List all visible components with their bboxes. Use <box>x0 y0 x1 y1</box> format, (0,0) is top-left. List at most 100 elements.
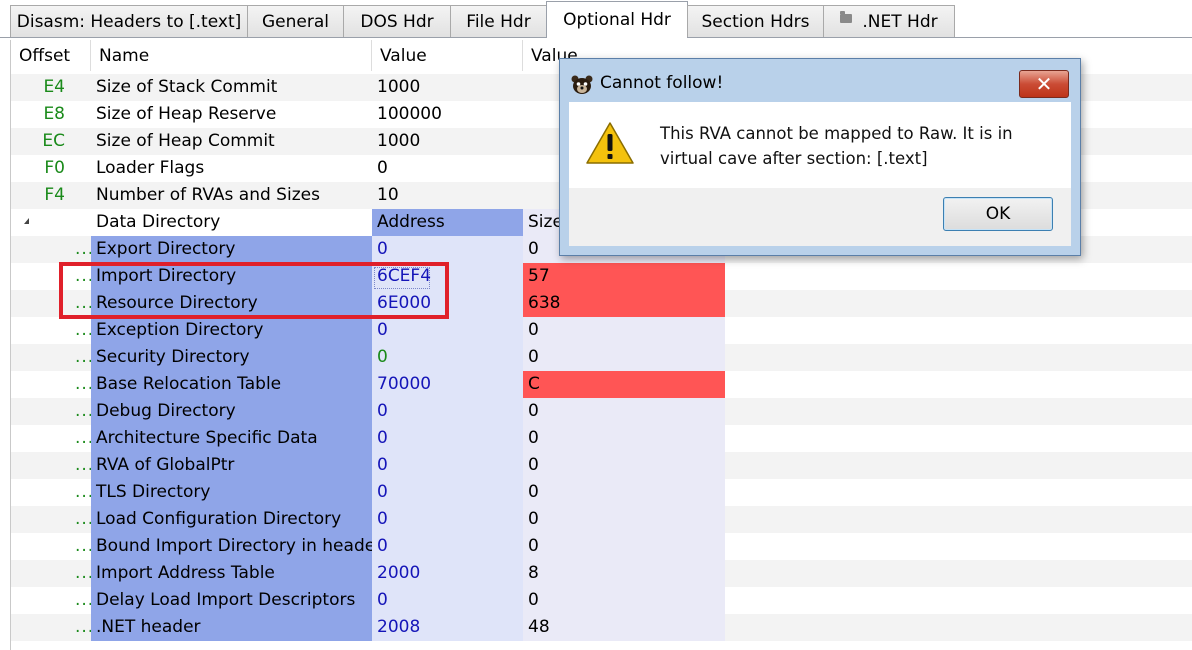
directory-name-cell: Debug Directory <box>91 398 372 425</box>
ok-button-label: OK <box>985 204 1011 224</box>
directory-size-cell: 0 <box>523 587 725 614</box>
table-row[interactable]: ... Bound Import Directory in headers 0 0 <box>11 533 1192 560</box>
directory-address-cell[interactable]: 70000 <box>372 371 523 398</box>
offset-cell: E8 <box>43 104 65 124</box>
name-cell: Size of Stack Commit <box>96 77 278 97</box>
tab-net-hdr[interactable]: .NET Hdr <box>823 5 955 37</box>
table-row[interactable]: ... Debug Directory 0 0 <box>11 398 1192 425</box>
column-header-name[interactable]: Name <box>91 40 372 71</box>
directory-size-cell: 57 <box>523 263 725 290</box>
directory-name-cell: .NET header <box>91 614 372 641</box>
tab-file-hdr[interactable]: File Hdr <box>450 5 547 37</box>
directory-size-cell: 638 <box>523 290 725 317</box>
directory-address-cell[interactable]: 6CEF4 <box>372 263 523 290</box>
offset-cell: EC <box>42 131 65 151</box>
directory-name-cell: Load Configuration Directory <box>91 506 372 533</box>
name-cell: Data Directory <box>96 212 221 232</box>
directory-address-cell[interactable]: 2000 <box>372 560 523 587</box>
directory-address-cell[interactable]: 0 <box>372 479 523 506</box>
value-cell: 0 <box>377 158 388 178</box>
tab-label: File Hdr <box>466 11 531 32</box>
directory-address-cell[interactable]: 0 <box>372 587 523 614</box>
table-row[interactable]: ... Import Address Table 2000 8 <box>11 560 1192 587</box>
tab-label: .NET Hdr <box>862 11 938 32</box>
directory-address-cell[interactable]: 2008 <box>372 614 523 641</box>
ok-button[interactable]: OK <box>943 197 1053 231</box>
directory-name-cell: Base Relocation Table <box>91 371 372 398</box>
directory-size-cell: 0 <box>523 425 725 452</box>
address-subheader: Address <box>372 209 523 236</box>
cannot-follow-dialog: Cannot follow! ✕ This RVA cannot be mapp… <box>559 58 1081 256</box>
value-cell: 1000 <box>377 77 421 97</box>
offset-cell: F4 <box>44 185 65 205</box>
dialog-footer: OK <box>569 188 1071 246</box>
value-cell: 1000 <box>377 131 421 151</box>
column-header-offset[interactable]: Offset <box>11 40 91 71</box>
directory-name-cell: Resource Directory <box>91 290 372 317</box>
offset-cell: F0 <box>44 158 65 178</box>
value-cell: 100000 <box>377 104 442 124</box>
tab-disasm[interactable]: Disasm: Headers to [.text] <box>10 5 248 37</box>
tab-label: Section Hdrs <box>701 11 810 32</box>
dialog-message: This RVA cannot be mapped to Raw. It is … <box>660 124 1013 168</box>
directory-name-cell: Export Directory <box>91 236 372 263</box>
table-row[interactable]: ... TLS Directory 0 0 <box>11 479 1192 506</box>
table-row[interactable]: ... Import Directory 6CEF4 57 <box>11 263 1192 290</box>
close-icon: ✕ <box>1035 72 1053 96</box>
table-row[interactable]: ... Base Relocation Table 70000 C <box>11 371 1192 398</box>
directory-name-cell: Architecture Specific Data <box>91 425 372 452</box>
directory-size-cell: 0 <box>523 398 725 425</box>
directory-address-cell[interactable]: 0 <box>372 533 523 560</box>
column-header-value[interactable]: Value <box>372 40 523 71</box>
directory-name-cell: Delay Load Import Descriptors <box>91 587 372 614</box>
tab-dos-hdr[interactable]: DOS Hdr <box>343 5 451 37</box>
name-cell: Size of Heap Reserve <box>96 104 277 124</box>
directory-address-cell[interactable]: 0 <box>372 398 523 425</box>
directory-name-cell: Exception Directory <box>91 317 372 344</box>
directory-address-cell[interactable]: 0 <box>372 506 523 533</box>
bear-icon <box>571 75 593 94</box>
directory-size-cell: 0 <box>523 452 725 479</box>
tab-label: Disasm: Headers to [.text] <box>16 11 242 32</box>
tab-label: General <box>262 11 329 32</box>
directory-name-cell: Security Directory <box>91 344 372 371</box>
collapse-triangle-icon[interactable] <box>24 218 29 224</box>
table-row[interactable]: ... Security Directory 0 0 <box>11 344 1192 371</box>
tab-label: Optional Hdr <box>563 10 671 30</box>
offset-cell: E4 <box>43 77 65 97</box>
table-row[interactable]: ... RVA of GlobalPtr 0 0 <box>11 452 1192 479</box>
directory-size-cell: C <box>523 371 725 398</box>
table-row[interactable]: ... .NET header 2008 48 <box>11 614 1192 641</box>
table-row[interactable]: ... Architecture Specific Data 0 0 <box>11 425 1192 452</box>
directory-size-cell: 0 <box>523 533 725 560</box>
directory-address-cell[interactable]: 0 <box>372 452 523 479</box>
directory-address-cell[interactable]: 0 <box>372 344 523 371</box>
tab-general[interactable]: General <box>247 5 344 37</box>
directory-size-cell: 0 <box>523 344 725 371</box>
directory-size-cell: 8 <box>523 560 725 587</box>
folder-icon <box>840 11 853 23</box>
directory-size-cell: 48 <box>523 614 725 641</box>
table-row[interactable]: ... Resource Directory 6E000 638 <box>11 290 1192 317</box>
value-cell: 10 <box>377 185 399 205</box>
tab-section-hdrs[interactable]: Section Hdrs <box>687 5 824 37</box>
table-row[interactable]: ... Exception Directory 0 0 <box>11 317 1192 344</box>
directory-address-cell[interactable]: 0 <box>372 236 523 263</box>
dialog-body: This RVA cannot be mapped to Raw. It is … <box>569 102 1071 188</box>
warning-icon <box>586 122 634 164</box>
tab-label: DOS Hdr <box>360 11 434 32</box>
directory-address-cell[interactable]: 0 <box>372 317 523 344</box>
directory-name-cell: Import Directory <box>91 263 372 290</box>
tab-optional-hdr[interactable]: Optional Hdr <box>546 1 688 38</box>
directory-address-cell[interactable]: 6E000 <box>372 290 523 317</box>
directory-address-cell[interactable]: 0 <box>372 425 523 452</box>
directory-name-cell: TLS Directory <box>91 479 372 506</box>
directory-size-cell: 0 <box>523 506 725 533</box>
directory-size-cell: 0 <box>523 317 725 344</box>
directory-name-cell: Bound Import Directory in headers <box>91 533 391 560</box>
table-row[interactable]: ... Load Configuration Directory 0 0 <box>11 506 1192 533</box>
name-cell: Loader Flags <box>96 158 205 178</box>
close-button[interactable]: ✕ <box>1019 70 1069 98</box>
table-row[interactable]: ... Delay Load Import Descriptors 0 0 <box>11 587 1192 614</box>
directory-name-cell: RVA of GlobalPtr <box>91 452 372 479</box>
